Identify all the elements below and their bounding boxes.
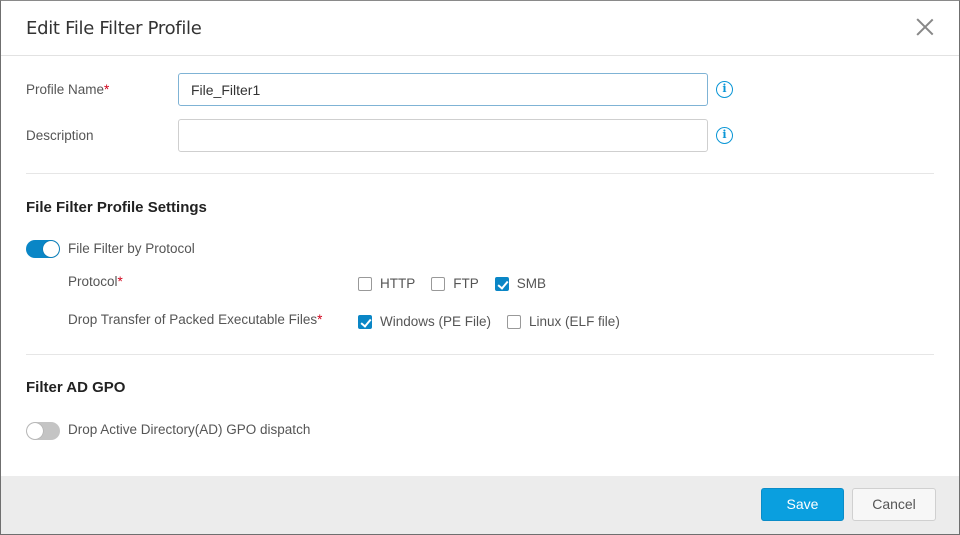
description-label: Description [26, 128, 94, 143]
protocol-label-text: Protocol [68, 274, 118, 289]
profile-name-input[interactable] [178, 73, 708, 106]
required-mark: * [104, 82, 110, 97]
section-title-settings: File Filter Profile Settings [26, 199, 207, 216]
checkbox-windows-pe[interactable] [358, 314, 372, 329]
checkbox-label: HTTP [380, 276, 416, 291]
drop-transfer-options: Windows (PE File) Linux (ELF file) [358, 314, 636, 329]
save-button[interactable]: Save [761, 488, 844, 521]
required-mark: * [117, 274, 123, 289]
dialog-footer: Save Cancel [1, 476, 959, 534]
profile-name-label-text: Profile Name [26, 82, 105, 97]
file-filter-by-protocol-label: File Filter by Protocol [68, 241, 195, 256]
drop-option-windows[interactable]: Windows (PE File) [358, 314, 491, 329]
drop-ad-gpo-toggle[interactable] [26, 422, 60, 440]
dialog-title: Edit File Filter Profile [26, 18, 202, 39]
profile-name-label: Profile Name* [26, 82, 109, 97]
dialog-header: Edit File Filter Profile [1, 1, 959, 56]
checkbox-ftp[interactable] [431, 276, 446, 291]
divider [26, 173, 934, 174]
checkbox-label: Linux (ELF file) [529, 314, 620, 329]
close-icon[interactable] [916, 18, 934, 36]
divider [26, 354, 934, 355]
drop-transfer-label: Drop Transfer of Packed Executable Files… [68, 312, 322, 327]
protocol-option-smb[interactable]: SMB [494, 276, 547, 291]
info-icon[interactable]: i [716, 81, 733, 98]
checkbox-label: Windows (PE File) [380, 314, 492, 329]
file-filter-by-protocol-toggle[interactable] [26, 240, 60, 258]
drop-transfer-label-text: Drop Transfer of Packed Executable Files [68, 312, 318, 327]
required-mark: * [317, 312, 323, 327]
cancel-button[interactable]: Cancel [852, 488, 936, 521]
edit-file-filter-dialog: Edit File Filter Profile Profile Name* i… [0, 0, 960, 535]
drop-ad-gpo-label: Drop Active Directory(AD) GPO dispatch [68, 422, 311, 437]
drop-option-linux[interactable]: Linux (ELF file) [507, 314, 620, 329]
protocol-options: HTTP FTP SMB [358, 276, 562, 291]
info-icon[interactable]: i [716, 127, 733, 144]
protocol-option-ftp[interactable]: FTP [431, 276, 479, 291]
toggle-knob [43, 241, 59, 257]
checkbox-label: SMB [516, 276, 547, 291]
checkbox-label: FTP [453, 276, 479, 291]
toggle-knob [27, 423, 43, 439]
checkbox-linux-elf[interactable] [507, 314, 522, 329]
section-title-ad-gpo: Filter AD GPO [26, 379, 126, 396]
protocol-option-http[interactable]: HTTP [358, 276, 415, 291]
checkbox-smb[interactable] [494, 276, 509, 291]
checkbox-http[interactable] [358, 276, 372, 291]
description-input[interactable] [178, 119, 708, 152]
protocol-label: Protocol* [68, 274, 123, 289]
